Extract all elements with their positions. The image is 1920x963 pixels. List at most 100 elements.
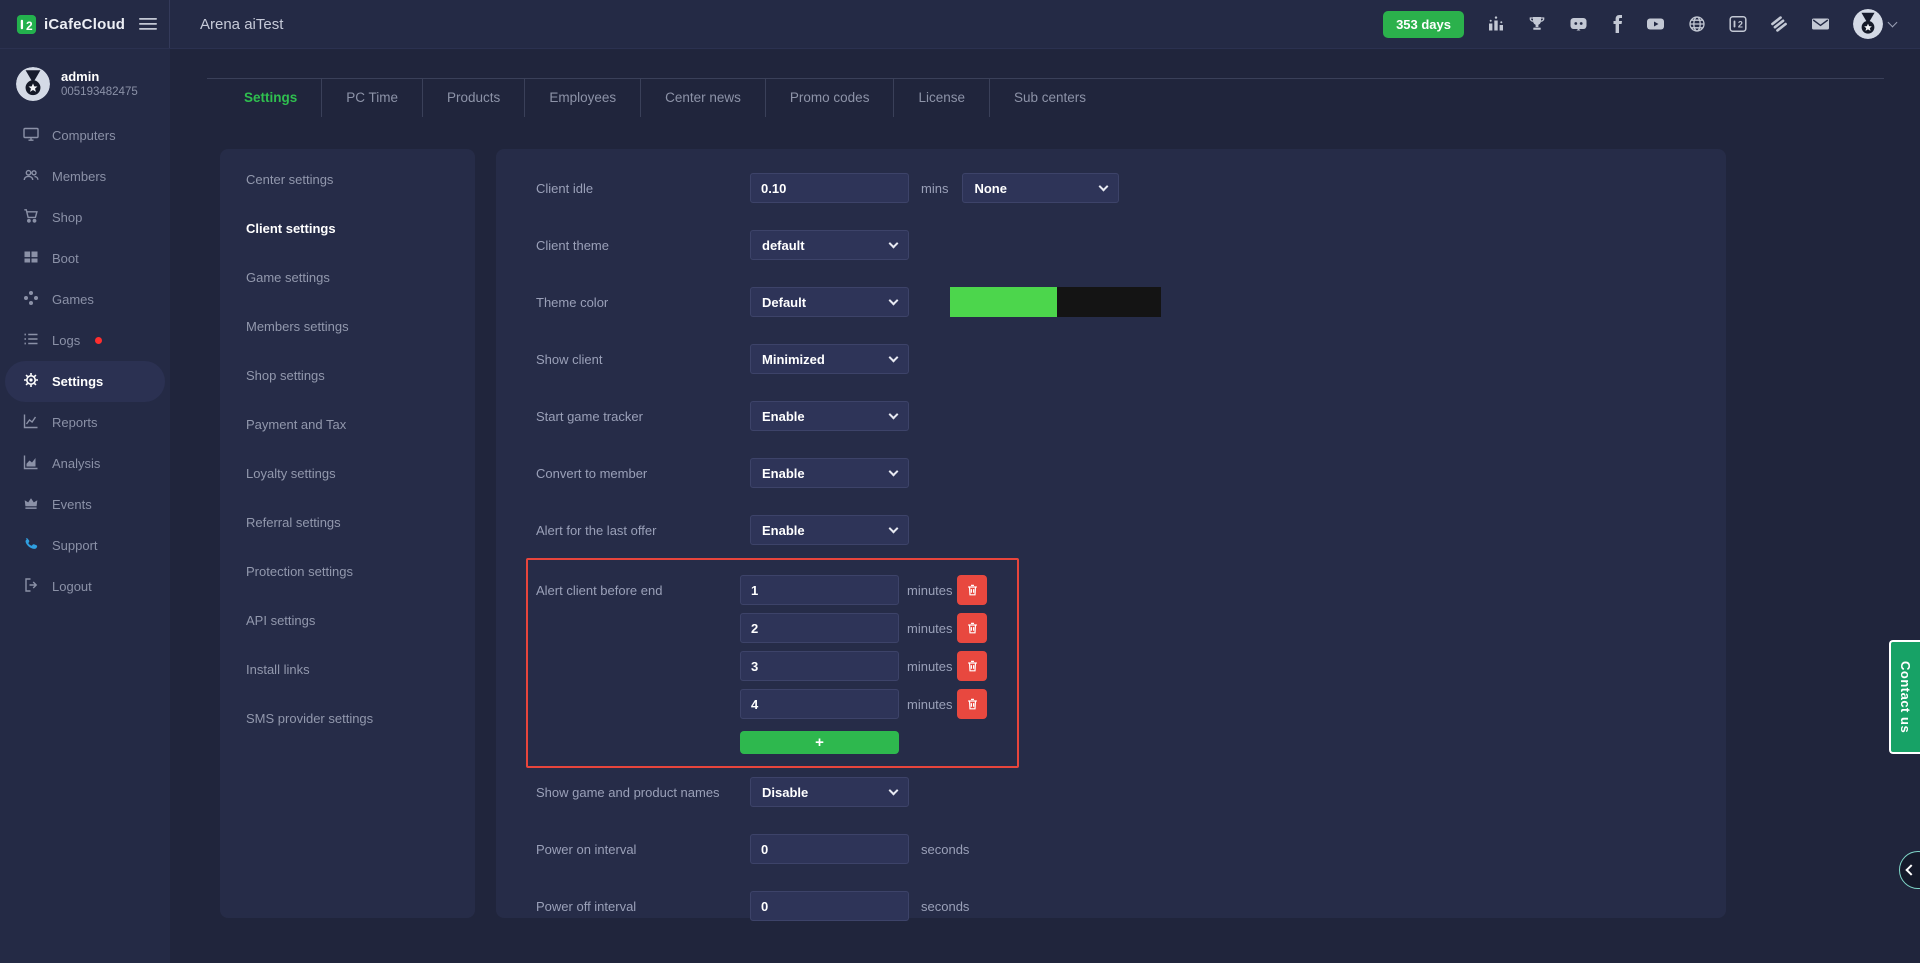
client-settings-form: Client idle mins None Client theme defau… — [496, 149, 1726, 918]
youtube-icon[interactable] — [1646, 15, 1665, 33]
subnav-shop-settings[interactable]: Shop settings — [220, 351, 475, 400]
alert-minute-input-1[interactable] — [740, 575, 899, 605]
tab-employees[interactable]: Employees — [524, 79, 640, 117]
subnav-api-settings[interactable]: API settings — [220, 596, 475, 645]
alert-minute-input-3[interactable] — [740, 651, 899, 681]
trophy-icon[interactable] — [1528, 15, 1546, 33]
center-name-title: Arena aiTest — [200, 16, 283, 33]
license-days-badge[interactable]: 353 days — [1383, 11, 1464, 38]
subnav-sms-provider-settings[interactable]: SMS provider settings — [220, 694, 475, 743]
sidebar-item-logs[interactable]: Logs — [0, 320, 170, 361]
facebook-icon[interactable] — [1611, 15, 1623, 33]
tab-center-news[interactable]: Center news — [640, 79, 765, 117]
subnav-payment-and-tax[interactable]: Payment and Tax — [220, 400, 475, 449]
cart-icon — [23, 208, 39, 227]
topbar-actions: 353 days 2 — [1383, 9, 1920, 39]
menu-icon[interactable] — [139, 17, 157, 31]
alert-last-offer-row: Alert for the last offer Enable — [536, 515, 1726, 545]
delete-minute-button-2[interactable] — [957, 613, 987, 643]
sidebar-item-events[interactable]: Events — [0, 484, 170, 525]
tab-license[interactable]: License — [893, 79, 989, 117]
sidebar-item-boot[interactable]: Boot — [0, 238, 170, 279]
sidebar-item-shop[interactable]: Shop — [0, 197, 170, 238]
client-idle-input[interactable] — [750, 173, 909, 203]
alert-minute-input-2[interactable] — [740, 613, 899, 643]
icafecloud-mini-icon[interactable]: 2 — [1729, 15, 1747, 33]
alert-last-offer-select[interactable]: Enable — [750, 515, 909, 545]
tab-bar: Settings PC Time Products Employees Cent… — [220, 79, 1110, 117]
subnav-loyalty-settings[interactable]: Loyalty settings — [220, 449, 475, 498]
subnav-referral-settings[interactable]: Referral settings — [220, 498, 475, 547]
green-color-swatch[interactable] — [950, 287, 1057, 317]
alert-minute-input-4[interactable] — [740, 689, 899, 719]
alert-minute-row: minutes — [536, 651, 1017, 681]
sidebar-item-settings[interactable]: Settings — [5, 361, 165, 402]
delete-minute-button-3[interactable] — [957, 651, 987, 681]
sidebar-user[interactable]: admin 005193482475 — [0, 49, 170, 113]
power-on-interval-input[interactable] — [750, 834, 909, 864]
tab-products[interactable]: Products — [422, 79, 524, 117]
sidebar-item-members[interactable]: Members — [0, 156, 170, 197]
delete-minute-button-1[interactable] — [957, 575, 987, 605]
ranking-podium-icon[interactable] — [1487, 15, 1505, 33]
client-theme-label: Client theme — [536, 238, 750, 253]
show-game-product-names-row: Show game and product names Disable — [536, 777, 1726, 807]
sidebar-item-games[interactable]: Games — [0, 279, 170, 320]
power-on-interval-label: Power on interval — [536, 842, 750, 857]
delete-minute-button-4[interactable] — [957, 689, 987, 719]
black-color-swatch[interactable] — [1057, 287, 1161, 317]
mail-icon[interactable] — [1811, 15, 1830, 33]
logout-icon — [23, 577, 39, 596]
theme-color-row: Theme color Default — [536, 287, 1726, 317]
chevron-down-icon — [1888, 18, 1898, 28]
start-game-tracker-select[interactable]: Enable — [750, 401, 909, 431]
sidebar-item-analysis[interactable]: Analysis — [0, 443, 170, 484]
power-off-interval-input[interactable] — [750, 891, 909, 921]
chevron-down-icon — [889, 523, 899, 533]
alert-minute-row: minutes — [536, 689, 1017, 719]
show-client-select[interactable]: Minimized — [750, 344, 909, 374]
globe-icon[interactable] — [1688, 15, 1706, 33]
sidebar-item-computers[interactable]: Computers — [0, 115, 170, 156]
contact-us-tab[interactable]: Contact us — [1889, 640, 1920, 754]
sidebar-item-support[interactable]: Support — [0, 525, 170, 566]
topbar-brand-area: 2 iCafeCloud — [0, 0, 170, 48]
monitor-icon — [23, 126, 39, 145]
theme-color-select[interactable]: Default — [750, 287, 909, 317]
user-id: 005193482475 — [61, 85, 138, 99]
client-theme-select[interactable]: default — [750, 230, 909, 260]
sidebar-item-reports[interactable]: Reports — [0, 402, 170, 443]
subnav-install-links[interactable]: Install links — [220, 645, 475, 694]
discord-icon[interactable] — [1569, 15, 1588, 33]
theme-color-preview — [950, 287, 1161, 317]
add-minute-button[interactable]: + — [740, 731, 899, 754]
layers-icon[interactable] — [1770, 15, 1788, 33]
show-client-label: Show client — [536, 352, 750, 367]
alert-last-offer-label: Alert for the last offer — [536, 523, 750, 538]
subnav-game-settings[interactable]: Game settings — [220, 253, 475, 302]
logs-alert-dot — [95, 337, 102, 344]
tab-sub-centers[interactable]: Sub centers — [989, 79, 1110, 117]
subnav-client-settings[interactable]: Client settings — [220, 204, 475, 253]
client-idle-label: Client idle — [536, 181, 750, 196]
subnav-center-settings[interactable]: Center settings — [220, 155, 475, 204]
subnav-protection-settings[interactable]: Protection settings — [220, 547, 475, 596]
alert-before-end-group: Alert client before end minutes minutes — [526, 558, 1019, 768]
tab-pc-time[interactable]: PC Time — [321, 79, 422, 117]
power-off-interval-label: Power off interval — [536, 899, 750, 914]
convert-to-member-select[interactable]: Enable — [750, 458, 909, 488]
user-menu[interactable] — [1853, 9, 1896, 39]
sidebar-item-logout[interactable]: Logout — [0, 566, 170, 607]
windows-icon — [23, 249, 39, 268]
client-idle-action-select[interactable]: None — [962, 173, 1119, 203]
show-game-product-names-select[interactable]: Disable — [750, 777, 909, 807]
sidebar: admin 005193482475 Computers Members Sho… — [0, 49, 170, 963]
chevron-down-icon — [1099, 181, 1109, 191]
brand-name: iCafeCloud — [44, 16, 125, 33]
phone-icon — [23, 536, 39, 555]
start-game-tracker-label: Start game tracker — [536, 409, 750, 424]
area-chart-icon — [23, 454, 39, 473]
tab-settings[interactable]: Settings — [220, 79, 321, 117]
subnav-members-settings[interactable]: Members settings — [220, 302, 475, 351]
tab-promo-codes[interactable]: Promo codes — [765, 79, 894, 117]
